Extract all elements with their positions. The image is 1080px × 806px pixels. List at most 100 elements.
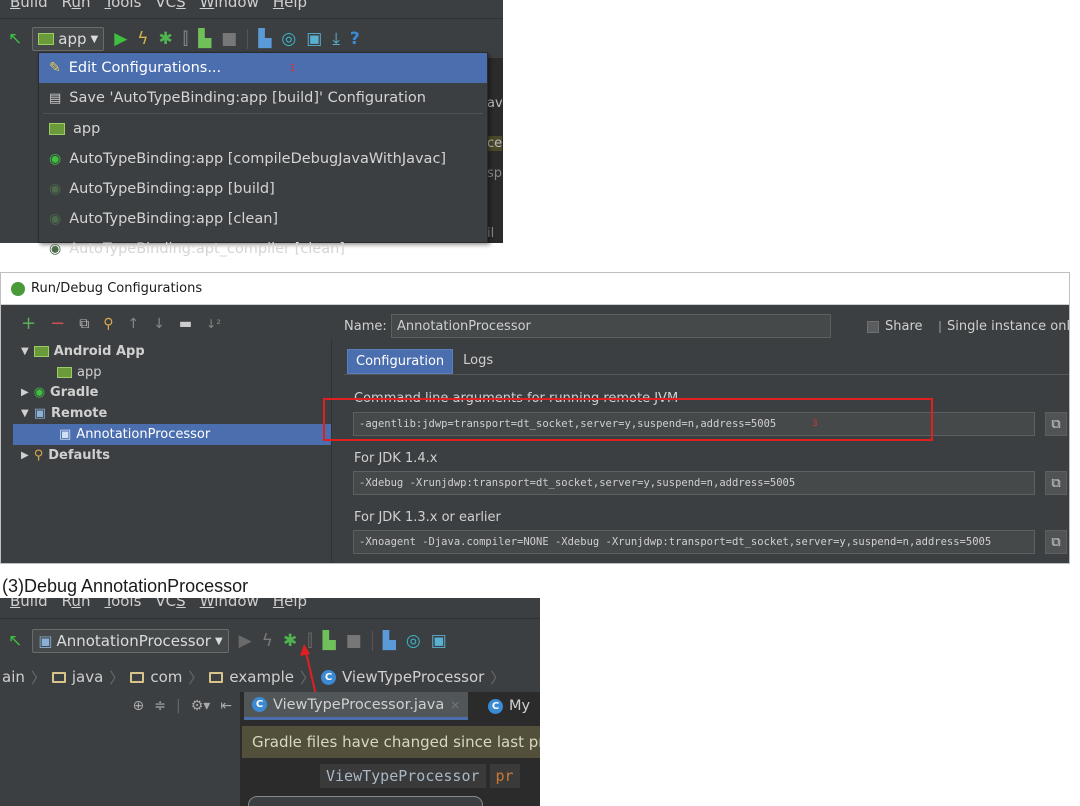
copy-icon: ⧉	[1051, 416, 1061, 432]
share-checkbox-box[interactable]	[867, 320, 879, 333]
step-caption: (3)Debug AnnotationProcessor	[2, 576, 249, 596]
gradle-icon[interactable]: ◎	[281, 30, 296, 48]
copy-jdk13-button[interactable]: ⧉	[1045, 530, 1067, 554]
gradle-icon[interactable]: ◎	[406, 632, 421, 650]
menu-item-edit-configurations[interactable]: ✎ Edit Configurations... 1	[39, 53, 487, 83]
android-app-icon	[38, 33, 55, 45]
help-icon[interactable]: ?	[350, 30, 360, 48]
breadcrumb-item[interactable]: java	[72, 668, 103, 686]
wrench-icon[interactable]: ⚲	[103, 316, 113, 332]
main-toolbar: ↖ ▣ AnnotationProcessor ▼ ▶ ϟ ✱ ⫿ ▙ ■ ▙ …	[0, 624, 540, 658]
menu-item-gradle-task[interactable]: ◉ AutoTypeBinding:app [build]	[39, 174, 487, 204]
menu-tools[interactable]: Tools	[104, 0, 141, 15]
menu-help[interactable]: Help	[273, 0, 307, 15]
jdk13-label: For JDK 1.3.x or earlier	[354, 510, 501, 525]
copy-icon[interactable]: ⧉	[79, 316, 89, 332]
jdk14-field[interactable]: -Xdebug -Xrunjdwp:transport=dt_socket,se…	[353, 471, 1035, 495]
remote-icon: ▣	[38, 632, 53, 650]
run-icon[interactable]: ▶	[114, 30, 127, 48]
folder-icon[interactable]: ▬	[179, 316, 192, 332]
sync-icon[interactable]: ▙	[258, 30, 271, 48]
menu-tools[interactable]: Tools	[104, 598, 141, 614]
breadcrumb-item[interactable]: ain	[2, 668, 25, 686]
gradle-icon: ◉	[49, 181, 62, 197]
menu-item-gradle-task[interactable]: ◉ AutoTypeBinding:app [clean]	[39, 204, 487, 234]
breadcrumb-item[interactable]: ViewTypeProcessor	[342, 668, 484, 686]
editor-tab-second[interactable]: C My	[480, 692, 540, 720]
menu-window[interactable]: Window	[200, 0, 259, 15]
tree-item-remote[interactable]: ▼ ▣ Remote	[13, 403, 331, 424]
class-icon: C	[488, 698, 503, 714]
menu-item-gradle-task[interactable]: ◉ AutoTypeBinding:app [compileDebugJavaW…	[39, 144, 487, 174]
apply-changes-icon[interactable]: ϟ	[137, 30, 148, 48]
config-tabs: Configuration Logs	[347, 349, 501, 374]
menu-run[interactable]: Run	[62, 598, 91, 614]
copy-jdk14-button[interactable]: ⧉	[1045, 471, 1067, 495]
move-down-icon[interactable]: ↓	[153, 316, 165, 332]
gradle-icon: ◉	[33, 385, 46, 400]
share-checkbox[interactable]: Share	[867, 319, 923, 334]
gear-icon[interactable]: ⚙▾	[191, 698, 211, 714]
menu-build[interactable]: Build	[10, 598, 48, 614]
tree-item-android-app[interactable]: ▼ Android App	[13, 341, 331, 362]
menu-window[interactable]: Window	[200, 598, 259, 614]
sort-icon[interactable]: ↓²	[206, 317, 221, 331]
menu-run[interactable]: Run	[62, 0, 91, 15]
run-config-combo[interactable]: ▣ AnnotationProcessor ▼	[32, 629, 229, 653]
hide-icon[interactable]: ⇤	[220, 698, 232, 714]
make-hammer-icon[interactable]: ↖	[8, 632, 22, 650]
class-icon: C	[252, 697, 267, 712]
collapse-icon[interactable]: ≑	[154, 698, 166, 714]
avd-manager-icon[interactable]: ▣	[306, 30, 322, 48]
copy-cmd-button[interactable]: ⧉	[1045, 412, 1067, 436]
menu-item-save-configuration[interactable]: ▤ Save 'AutoTypeBinding:app [build]' Con…	[39, 83, 487, 113]
remove-icon[interactable]: −	[50, 313, 65, 334]
breadcrumb-item[interactable]: example	[229, 668, 294, 686]
tree-item-annotation-processor[interactable]: ▣ AnnotationProcessor	[13, 424, 331, 445]
attach-debugger-icon[interactable]: ▙	[198, 30, 211, 48]
run-config-combo[interactable]: app ▼	[32, 27, 105, 51]
menubar: Build Run Tools VCS Window Help	[0, 0, 503, 15]
apply-changes-icon[interactable]: ϟ	[262, 632, 273, 650]
avd-manager-icon[interactable]: ▣	[431, 632, 447, 650]
sync-icon[interactable]: ▙	[383, 632, 396, 650]
tree-item-app[interactable]: app	[13, 362, 331, 382]
tab-configuration[interactable]: Configuration	[347, 349, 454, 374]
menu-build[interactable]: Build	[10, 0, 48, 15]
menu-help[interactable]: Help	[273, 598, 307, 614]
sdk-manager-icon[interactable]: ⤓	[332, 30, 340, 48]
wrench-icon: ⚲	[33, 448, 44, 463]
make-hammer-icon[interactable]: ↖	[8, 30, 22, 48]
editor-tab-viewtypeprocessor[interactable]: C ViewTypeProcessor.java ×	[244, 692, 469, 720]
profile-icon[interactable]: ⫿	[183, 30, 188, 48]
menu-vcs[interactable]: VCS	[155, 0, 185, 15]
panel-debug-toolbar: Build Run Tools VCS Window Help ↖ ▣ Anno…	[0, 598, 540, 806]
breadcrumb-item[interactable]: com	[150, 668, 182, 686]
expand-arrow-icon[interactable]: ▶	[21, 450, 29, 461]
jdk13-field[interactable]: -Xnoagent -Djava.compiler=NONE -Xdebug -…	[353, 530, 1035, 554]
single-instance-checkbox[interactable]: Single instance only	[939, 319, 1069, 334]
run-config-dropdown: ✎ Edit Configurations... 1 ▤ Save 'AutoT…	[38, 52, 488, 257]
stop-icon[interactable]: ■	[221, 30, 237, 48]
menu-item-app[interactable]: app	[39, 114, 487, 144]
tree-item-gradle[interactable]: ▶ ◉ Gradle	[13, 382, 331, 403]
target-icon[interactable]: ⊕	[133, 698, 145, 714]
stop-icon[interactable]: ■	[346, 632, 362, 650]
menu-item-gradle-task[interactable]: ◉ AutoTypeBinding:apt_compiler [clean]	[39, 234, 487, 264]
single-instance-checkbox-box[interactable]	[939, 320, 941, 333]
tab-logs[interactable]: Logs	[455, 349, 501, 374]
run-icon[interactable]: ▶	[239, 632, 252, 650]
debug-bug-icon[interactable]: ✱	[159, 30, 173, 48]
expand-arrow-icon[interactable]: ▶	[21, 387, 29, 398]
name-input[interactable]: AnnotationProcessor	[391, 314, 831, 338]
expand-arrow-icon[interactable]: ▼	[21, 346, 29, 357]
menu-vcs[interactable]: VCS	[155, 598, 185, 614]
android-app-icon	[49, 123, 65, 135]
folder-icon	[209, 671, 224, 683]
close-icon[interactable]: ×	[450, 698, 460, 712]
copy-icon: ⧉	[1051, 475, 1061, 491]
expand-arrow-icon[interactable]: ▼	[21, 408, 29, 419]
move-up-icon[interactable]: ↑	[127, 316, 139, 332]
tree-item-defaults[interactable]: ▶ ⚲ Defaults	[13, 445, 331, 466]
add-icon[interactable]: +	[21, 313, 36, 334]
